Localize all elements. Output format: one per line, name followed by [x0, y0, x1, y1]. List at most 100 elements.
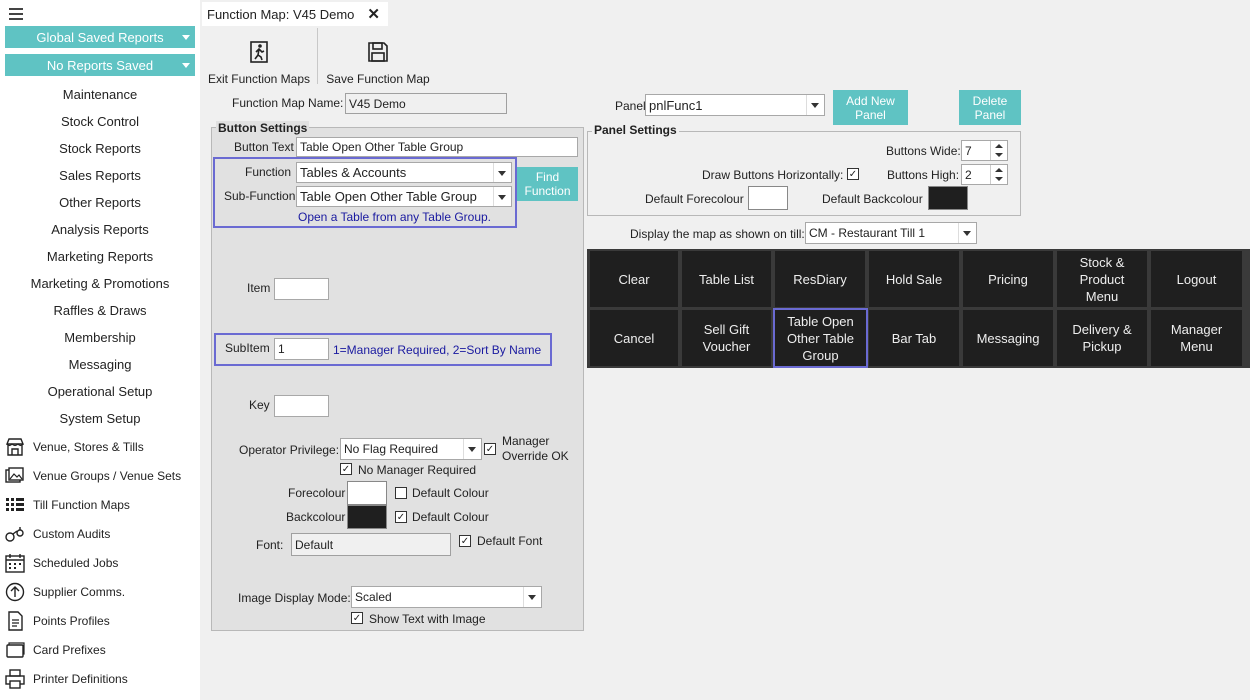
till-button-hold-sale[interactable]: Hold Sale — [869, 251, 959, 307]
sidebar-item-points-profiles[interactable]: Points Profiles — [4, 609, 200, 633]
save-function-map-label: Save Function Map — [326, 72, 430, 86]
show-text-with-image-checkbox[interactable]: ✓ — [351, 612, 363, 624]
tab-function-map[interactable]: Function Map: V45 Demo ✕ — [202, 2, 388, 26]
till-button-messaging[interactable]: Messaging — [963, 310, 1053, 366]
key-field[interactable] — [274, 395, 329, 417]
till-button-cancel[interactable]: Cancel — [590, 310, 678, 366]
sidebar-item-messaging[interactable]: Messaging — [0, 355, 200, 375]
find-function-button[interactable]: Find Function — [517, 167, 578, 201]
sidebar-item-analysis-reports[interactable]: Analysis Reports — [0, 220, 200, 240]
printer-icon — [5, 669, 25, 689]
forecolour-swatch[interactable] — [347, 481, 387, 505]
sidebar-item-label: Scheduled Jobs — [33, 556, 119, 570]
image-display-mode-value: Scaled — [355, 590, 392, 604]
sidebar-item-stock-control[interactable]: Stock Control — [0, 112, 200, 132]
buttons-high-label: Buttons High: — [887, 168, 960, 182]
sidebar-item-sales-reports[interactable]: Sales Reports — [0, 166, 200, 186]
backcolour-swatch[interactable] — [347, 505, 387, 529]
hamburger-menu-icon[interactable] — [9, 8, 23, 20]
sidebar: Global Saved Reports No Reports Saved Ma… — [0, 0, 200, 700]
no-manager-required-label: No Manager Required — [358, 463, 477, 477]
exit-function-maps-button[interactable]: Exit Function Maps — [206, 30, 312, 86]
sidebar-item-other-reports[interactable]: Other Reports — [0, 193, 200, 213]
till-button-sell-gift-voucher[interactable]: Sell Gift Voucher — [682, 310, 771, 366]
till-button-pricing[interactable]: Pricing — [963, 251, 1053, 307]
item-label: Item — [247, 281, 271, 295]
sidebar-item-venue-stores-tills[interactable]: Venue, Stores & Tills — [4, 435, 200, 459]
close-icon[interactable]: ✕ — [367, 5, 380, 23]
no-manager-required-checkbox[interactable]: ✓ — [340, 463, 352, 475]
function-select[interactable]: Tables & Accounts — [296, 162, 512, 183]
default-forecolour-label: Default Forecolour — [645, 192, 744, 206]
backcolour-default-checkbox[interactable]: ✓ — [395, 511, 407, 523]
sidebar-item-membership[interactable]: Membership — [0, 328, 200, 348]
default-backcolour-swatch[interactable] — [928, 186, 968, 210]
chevron-down-icon — [463, 439, 481, 459]
panel-select[interactable]: pnlFunc1 — [645, 94, 825, 116]
till-preview-grid: Clear Table List ResDiary Hold Sale Pric… — [587, 249, 1250, 368]
button-text-field[interactable]: Table Open Other Table Group — [296, 137, 578, 157]
chevron-down-icon — [958, 223, 976, 243]
sidebar-item-scheduled-jobs[interactable]: Scheduled Jobs — [4, 551, 200, 575]
sidebar-item-marketing-reports[interactable]: Marketing Reports — [0, 247, 200, 267]
buttons-wide-label: Buttons Wide: — [886, 144, 961, 158]
save-function-map-button[interactable]: Save Function Map — [325, 30, 431, 86]
sidebar-item-printer-definitions[interactable]: Printer Definitions — [4, 667, 200, 691]
forecolour-default-label: Default Colour — [412, 486, 489, 500]
till-button-stock-product-menu[interactable]: Stock & Product Menu — [1057, 251, 1147, 307]
function-map-name-field[interactable]: V45 Demo — [345, 93, 507, 114]
add-new-panel-button[interactable]: Add New Panel — [833, 90, 908, 125]
global-saved-reports-label: Global Saved Reports — [36, 29, 164, 45]
sidebar-item-system-setup[interactable]: System Setup — [0, 409, 200, 429]
till-button-logout[interactable]: Logout — [1151, 251, 1242, 307]
no-reports-saved-label: No Reports Saved — [46, 57, 154, 73]
sidebar-item-marketing-promotions[interactable]: Marketing & Promotions — [0, 274, 200, 294]
sidebar-item-venue-groups[interactable]: Venue Groups / Venue Sets — [4, 464, 200, 488]
chevron-down-icon — [182, 35, 190, 40]
chevron-down-icon — [493, 163, 511, 182]
manager-override-checkbox[interactable]: ✓ — [484, 443, 496, 455]
till-button-table-list[interactable]: Table List — [682, 251, 771, 307]
sub-function-select[interactable]: Table Open Other Table Group — [296, 186, 512, 207]
no-reports-saved-dropdown[interactable]: No Reports Saved — [5, 54, 195, 76]
spinner-arrows-icon[interactable] — [990, 141, 1007, 160]
function-map-name-label: Function Map Name: — [232, 96, 344, 110]
sidebar-item-supplier-comms[interactable]: Supplier Comms. — [4, 580, 200, 604]
display-on-till-select[interactable]: CM - Restaurant Till 1 — [805, 222, 977, 244]
sidebar-item-maintenance[interactable]: Maintenance — [0, 85, 200, 105]
backcolour-default-label: Default Colour — [412, 510, 489, 524]
default-font-checkbox[interactable]: ✓ — [459, 535, 471, 547]
function-description: Open a Table from any Table Group. — [298, 210, 492, 224]
function-select-value: Tables & Accounts — [300, 165, 407, 180]
buttons-high-spinner[interactable]: 2 — [961, 164, 1008, 185]
global-saved-reports-dropdown[interactable]: Global Saved Reports — [5, 26, 195, 48]
buttons-high-value: 2 — [965, 167, 972, 182]
default-forecolour-swatch[interactable] — [748, 186, 788, 210]
sidebar-item-raffles-draws[interactable]: Raffles & Draws — [0, 301, 200, 321]
sidebar-item-operational-setup[interactable]: Operational Setup — [0, 382, 200, 402]
till-button-clear[interactable]: Clear — [590, 251, 678, 307]
font-label: Font: — [256, 538, 284, 552]
till-button-table-open-other-table-group[interactable]: Table Open Other Table Group — [773, 308, 868, 368]
operator-privilege-select[interactable]: No Flag Required — [340, 438, 482, 460]
forecolour-default-checkbox[interactable] — [395, 487, 407, 499]
font-field[interactable]: Default — [291, 533, 451, 556]
sidebar-item-label: Printer Definitions — [33, 672, 128, 686]
forecolour-label: Forecolour — [288, 486, 346, 500]
till-button-resdiary[interactable]: ResDiary — [775, 251, 865, 307]
sidebar-item-till-function-maps[interactable]: Till Function Maps — [4, 493, 200, 517]
sidebar-item-card-prefixes[interactable]: Card Prefixes — [4, 638, 200, 662]
draw-horizontally-checkbox[interactable]: ✓ — [847, 168, 859, 180]
image-display-mode-select[interactable]: Scaled — [351, 586, 542, 608]
sidebar-item-label: Custom Audits — [33, 527, 111, 541]
sidebar-item-custom-audits[interactable]: Custom Audits — [4, 522, 200, 546]
spinner-arrows-icon[interactable] — [990, 165, 1007, 184]
till-button-manager-menu[interactable]: Manager Menu — [1151, 310, 1242, 366]
subitem-field[interactable]: 1 — [274, 338, 329, 360]
buttons-wide-spinner[interactable]: 7 — [961, 140, 1008, 161]
till-button-bar-tab[interactable]: Bar Tab — [869, 310, 959, 366]
delete-panel-button[interactable]: Delete Panel — [959, 90, 1021, 125]
sidebar-item-stock-reports[interactable]: Stock Reports — [0, 139, 200, 159]
till-button-delivery-pickup[interactable]: Delivery & Pickup — [1057, 310, 1147, 366]
item-field[interactable] — [274, 278, 329, 300]
